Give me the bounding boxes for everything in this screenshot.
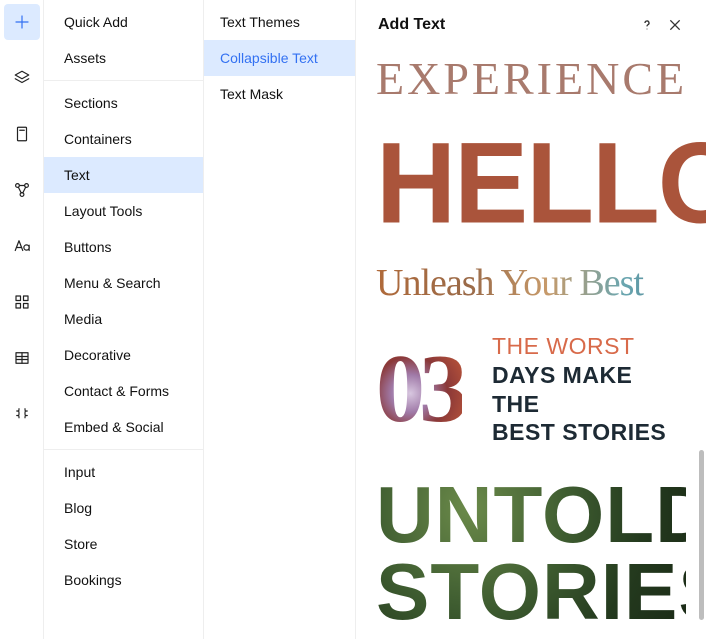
category-label: Containers [64,131,132,147]
category-label: Blog [64,500,92,516]
sample-line: DAYS MAKE THE [492,361,686,419]
category-assets[interactable]: Assets [44,40,203,76]
icon-rail [0,0,44,639]
sub-label: Text Themes [220,14,300,30]
category-media[interactable]: Media [44,301,203,337]
category-label: Assets [64,50,106,66]
nodes-icon[interactable] [4,172,40,208]
category-group: Sections Containers Text Layout Tools Bu… [44,81,203,450]
category-group: Quick Add Assets [44,0,203,81]
category-bookings[interactable]: Bookings [44,562,203,598]
category-text[interactable]: Text [44,157,203,193]
category-store[interactable]: Store [44,526,203,562]
samples-gallery[interactable]: EXPERIENCE HELLO Unleash Your Best 03 TH… [356,48,706,639]
category-label: Bookings [64,572,122,588]
code-icon[interactable] [4,396,40,432]
subcategory-list: Text Themes Collapsible Text Text Mask [204,0,356,639]
sample-worst-days[interactable]: 03 THE WORST DAYS MAKE THE BEST STORIES [376,332,686,447]
category-label: Media [64,311,102,327]
layers-icon[interactable] [4,60,40,96]
category-embed-social[interactable]: Embed & Social [44,409,203,445]
page-icon[interactable] [4,116,40,152]
category-label: Input [64,464,95,480]
panel: Add Text EXPERIENCE HELLO Unleash Your B… [356,0,706,639]
category-menu-search[interactable]: Menu & Search [44,265,203,301]
sample-line: THE WORST [492,332,686,361]
sample-text: EXPERIENCE [376,53,687,104]
panel-header: Add Text [356,0,706,50]
sample-experience[interactable]: EXPERIENCE [376,56,686,102]
category-label: Contact & Forms [64,383,169,399]
category-label: Quick Add [64,14,128,30]
category-label: Layout Tools [64,203,142,219]
category-label: Buttons [64,239,111,255]
app-root: Quick Add Assets Sections Containers Tex… [0,0,706,639]
sub-collapsible-text[interactable]: Collapsible Text [204,40,355,76]
category-label: Menu & Search [64,275,161,291]
sub-label: Text Mask [220,86,283,102]
sub-text-themes[interactable]: Text Themes [204,4,355,40]
close-icon[interactable] [666,16,684,34]
help-icon[interactable] [638,16,656,34]
category-containers[interactable]: Containers [44,121,203,157]
category-input[interactable]: Input [44,454,203,490]
sample-hello[interactable]: HELLO [376,130,686,236]
category-label: Store [64,536,97,552]
category-blog[interactable]: Blog [44,490,203,526]
sample-line: UNTOLD [376,477,686,554]
sample-number: 03 [376,350,462,428]
apps-icon[interactable] [4,284,40,320]
category-label: Embed & Social [64,419,164,435]
sub-label: Collapsible Text [220,50,318,66]
category-buttons[interactable]: Buttons [44,229,203,265]
category-group: Input Blog Store Bookings [44,450,203,602]
sample-text-block: THE WORST DAYS MAKE THE BEST STORIES [492,332,686,447]
sub-text-mask[interactable]: Text Mask [204,76,355,112]
category-label: Sections [64,95,118,111]
sample-text: Unleash Your Best [376,262,643,304]
category-label: Text [64,167,90,183]
category-contact-forms[interactable]: Contact & Forms [44,373,203,409]
panel-title: Add Text [378,16,628,34]
sample-text: HELLO [376,119,706,248]
sample-line: BEST STORIES [492,418,686,447]
category-quick-add[interactable]: Quick Add [44,4,203,40]
category-sections[interactable]: Sections [44,85,203,121]
category-layout-tools[interactable]: Layout Tools [44,193,203,229]
category-decorative[interactable]: Decorative [44,337,203,373]
category-label: Decorative [64,347,131,363]
category-list: Quick Add Assets Sections Containers Tex… [44,0,204,639]
scrollbar-thumb[interactable] [699,450,704,620]
typography-icon[interactable] [4,228,40,264]
sample-untold-stories[interactable]: UNTOLD STORIES [376,477,686,631]
sample-line: STORIES [376,554,686,631]
sample-unleash[interactable]: Unleash Your Best [376,264,686,302]
add-icon[interactable] [4,4,40,40]
table-icon[interactable] [4,340,40,376]
